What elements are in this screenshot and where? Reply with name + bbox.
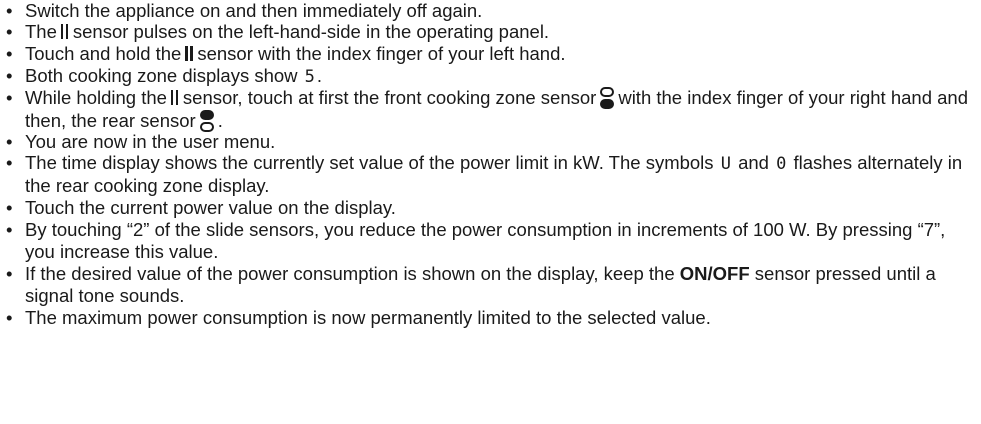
step-text: If the desired value of the power consum… bbox=[25, 263, 936, 306]
pause-sensor-icon bbox=[184, 46, 194, 61]
bullet: • bbox=[6, 219, 13, 240]
pause-sensor-icon bbox=[60, 24, 70, 39]
bullet: • bbox=[6, 152, 13, 173]
step-text: Touch the current power value on the dis… bbox=[25, 197, 396, 218]
pause-sensor-icon bbox=[170, 90, 180, 105]
step-text: Touch and hold the sensor with the index … bbox=[25, 43, 566, 64]
bullet: • bbox=[6, 21, 13, 42]
step-text: The time display shows the currently set… bbox=[25, 152, 963, 196]
step-text: While holding the sensor, touch at first … bbox=[25, 87, 968, 133]
segment-symbol: 0 bbox=[776, 154, 787, 174]
step-text: The maximum power consumption is now per… bbox=[25, 307, 711, 328]
bullet: • bbox=[6, 87, 13, 108]
bullet: • bbox=[6, 197, 13, 218]
step-text: The sensor pulses on the left-hand-side i… bbox=[25, 21, 550, 42]
bullet: • bbox=[6, 307, 13, 328]
rear-zone-sensor-icon bbox=[199, 110, 214, 133]
segment-digit: 5 bbox=[304, 67, 315, 87]
bullet: • bbox=[6, 65, 13, 86]
step-text: By touching “2” of the slide sensors, yo… bbox=[25, 219, 946, 262]
bullet: • bbox=[6, 263, 13, 284]
instruction-document: • Switch the appliance on and then immed… bbox=[0, 0, 981, 424]
step-text: Both cooking zone displays show 5. bbox=[25, 65, 323, 87]
bullet: • bbox=[6, 131, 13, 152]
segment-symbol: U bbox=[720, 154, 731, 174]
bullet: • bbox=[6, 0, 13, 21]
on-off-label: ON/OFF bbox=[679, 263, 750, 284]
front-zone-sensor-icon bbox=[600, 87, 615, 110]
bullet: • bbox=[6, 43, 13, 64]
step-text: Switch the appliance on and then immedia… bbox=[25, 0, 483, 21]
step-text: You are now in the user menu. bbox=[25, 131, 276, 152]
